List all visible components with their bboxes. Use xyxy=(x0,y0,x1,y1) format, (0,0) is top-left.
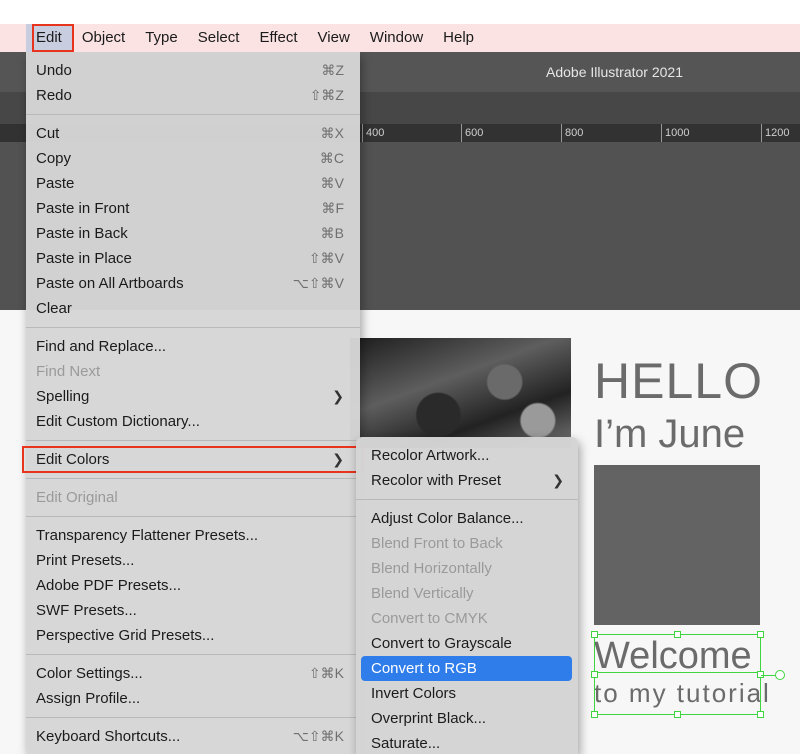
selection-handle[interactable] xyxy=(591,631,598,638)
menu-separator xyxy=(26,717,360,718)
menu-effect[interactable]: Effect xyxy=(249,24,307,52)
menu-item-edit-original: Edit Original xyxy=(36,489,118,506)
app-title: Adobe Illustrator 2021 xyxy=(546,64,683,80)
submenu-item-invert-colors[interactable]: Invert Colors xyxy=(356,681,578,706)
june-text[interactable]: I’m June xyxy=(594,414,745,454)
menu-separator xyxy=(26,478,360,479)
chevron-right-icon: ❯ xyxy=(332,388,344,404)
selection-handle[interactable] xyxy=(591,671,598,678)
submenu-item-convert-cmyk: Convert to CMYK xyxy=(371,610,488,627)
menu-item-spelling[interactable]: Spelling ❯ xyxy=(26,384,360,409)
top-margin xyxy=(0,0,800,24)
menu-item-edit-colors[interactable]: Edit Colors ❯ xyxy=(22,446,364,473)
menu-select[interactable]: Select xyxy=(188,24,250,52)
menu-object[interactable]: Object xyxy=(72,24,135,52)
submenu-item-recolor-preset[interactable]: Recolor with Preset ❯ xyxy=(356,468,578,493)
submenu-item-convert-grayscale[interactable]: Convert to Grayscale xyxy=(356,631,578,656)
menu-item-paste-in-place[interactable]: Paste in Place ⇧⌘V xyxy=(26,246,360,271)
tree-photo[interactable] xyxy=(350,338,571,448)
menu-separator xyxy=(26,654,360,655)
submenu-item-overprint-black[interactable]: Overprint Black... xyxy=(356,706,578,731)
rotate-handle-stem xyxy=(761,675,775,676)
menu-separator xyxy=(26,327,360,328)
menu-item-copy[interactable]: Copy ⌘C xyxy=(26,146,360,171)
menu-item-keyboard-shortcuts[interactable]: Keyboard Shortcuts... ⌥⇧⌘K xyxy=(26,724,360,749)
ruler-tick: 1200 xyxy=(761,124,789,142)
menu-item-paste-all-artboards[interactable]: Paste on All Artboards ⌥⇧⌘V xyxy=(26,271,360,296)
menu-item-color-settings[interactable]: Color Settings... ⇧⌘K xyxy=(26,661,360,686)
selection-bounding-box[interactable] xyxy=(594,634,761,715)
menu-separator xyxy=(26,114,360,115)
ruler-tick: 600 xyxy=(461,124,483,142)
chevron-right-icon: ❯ xyxy=(552,472,564,488)
menu-item-find-next: Find Next xyxy=(36,363,101,380)
menu-item-swf-presets[interactable]: SWF Presets... xyxy=(26,598,360,623)
selection-handle[interactable] xyxy=(674,631,681,638)
hello-text[interactable]: HELLO xyxy=(594,356,763,406)
menu-item-paste-in-back[interactable]: Paste in Back ⌘B xyxy=(26,221,360,246)
submenu-item-blend-front-back: Blend Front to Back xyxy=(371,535,503,552)
menu-separator xyxy=(356,499,578,500)
menu-item-pdf-presets[interactable]: Adobe PDF Presets... xyxy=(26,573,360,598)
edit-menu-dropdown: Undo ⌘Z Redo ⇧⌘Z Cut ⌘X Copy ⌘C Paste ⌘V Past… xyxy=(22,52,364,754)
selection-handle[interactable] xyxy=(674,711,681,718)
submenu-item-adjust-balance[interactable]: Adjust Color Balance... xyxy=(356,506,578,531)
ruler-tick: 400 xyxy=(362,124,384,142)
ruler-tick: 1000 xyxy=(661,124,689,142)
edit-colors-submenu: Recolor Artwork... Recolor with Preset ❯ … xyxy=(356,437,578,754)
chevron-right-icon: ❯ xyxy=(332,451,344,467)
menu-help[interactable]: Help xyxy=(433,24,484,52)
menu-item-print-presets[interactable]: Print Presets... xyxy=(26,548,360,573)
rotate-handle[interactable] xyxy=(775,670,785,680)
menu-item-paste-in-front[interactable]: Paste in Front ⌘F xyxy=(26,196,360,221)
menu-item-perspective-presets[interactable]: Perspective Grid Presets... xyxy=(26,623,360,648)
menu-item-cut[interactable]: Cut ⌘X xyxy=(26,121,360,146)
menu-item-transparency-presets[interactable]: Transparency Flattener Presets... xyxy=(26,523,360,548)
menu-window[interactable]: Window xyxy=(360,24,433,52)
menu-separator xyxy=(26,440,360,441)
selection-handle[interactable] xyxy=(591,711,598,718)
submenu-item-blend-horizontal: Blend Horizontally xyxy=(371,560,492,577)
selection-divider xyxy=(594,672,761,673)
selection-handle[interactable] xyxy=(757,711,764,718)
submenu-item-saturate[interactable]: Saturate... xyxy=(356,731,578,754)
menu-edit[interactable]: Edit xyxy=(26,24,74,52)
menu-separator xyxy=(26,516,360,517)
menu-item-edit-dictionary[interactable]: Edit Custom Dictionary... xyxy=(26,409,360,434)
menu-item-redo[interactable]: Redo ⇧⌘Z xyxy=(26,83,360,108)
menu-item-paste[interactable]: Paste ⌘V xyxy=(26,171,360,196)
menu-type[interactable]: Type xyxy=(135,24,188,52)
ruler-tick: 800 xyxy=(561,124,583,142)
submenu-item-convert-rgb[interactable]: Convert to RGB xyxy=(361,656,572,681)
submenu-item-recolor-artwork[interactable]: Recolor Artwork... xyxy=(356,443,578,468)
menu-bar: Edit Object Type Select Effect View Wind… xyxy=(0,24,800,52)
menu-item-undo[interactable]: Undo ⌘Z xyxy=(26,58,360,83)
menu-item-clear[interactable]: Clear xyxy=(26,296,360,321)
submenu-item-blend-vertical: Blend Vertically xyxy=(371,585,474,602)
menu-item-assign-profile[interactable]: Assign Profile... xyxy=(26,686,360,711)
menu-item-find-replace[interactable]: Find and Replace... xyxy=(26,334,360,359)
menu-view[interactable]: View xyxy=(308,24,360,52)
selection-handle[interactable] xyxy=(757,631,764,638)
grey-rectangle[interactable] xyxy=(594,465,760,625)
